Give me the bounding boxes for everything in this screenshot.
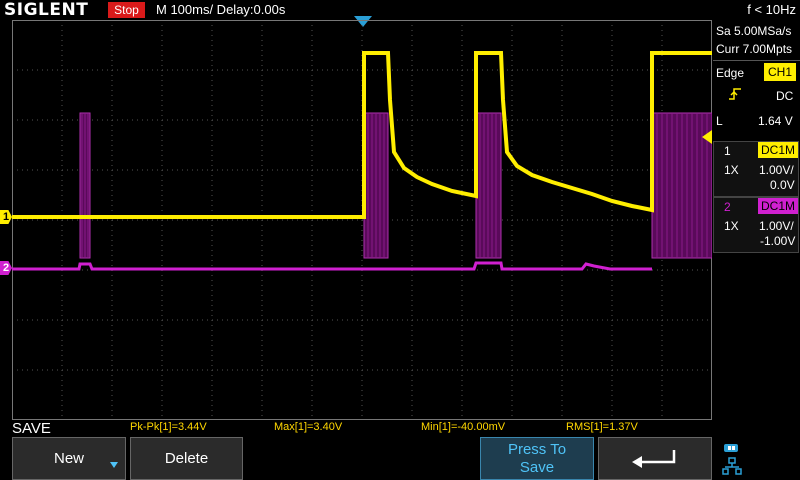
ch2-scale: 1.00V/: [759, 219, 794, 233]
press-to-save-button[interactable]: Press To Save: [480, 437, 594, 480]
ch2-coupling-badge: DC1M: [758, 198, 799, 214]
return-arrow-icon: [632, 449, 676, 468]
trigger-source-badge[interactable]: CH1: [764, 63, 797, 81]
trigger-coupling: DC: [776, 89, 794, 103]
trigger-level-marker[interactable]: [702, 130, 712, 144]
measurement-pkpk: Pk-Pk[1]=3.44V: [130, 421, 207, 433]
ch1-number: 1: [724, 144, 731, 158]
measurement-rms: RMS[1]=1.37V: [566, 421, 638, 433]
ch1-scale: 1.00V/: [759, 163, 794, 177]
run-stop-status[interactable]: Stop: [108, 2, 145, 18]
measurement-max: Max[1]=3.40V: [274, 421, 343, 433]
ch2-offset: -1.00V: [760, 234, 796, 248]
ch2-offset-marker[interactable]: 2: [0, 261, 12, 275]
ch1-probe: 1X: [724, 163, 739, 177]
usb-network-status-icon: [722, 444, 742, 475]
new-button[interactable]: New: [12, 437, 126, 480]
trigger-level-label: L: [716, 114, 723, 128]
ch2-number: 2: [724, 200, 731, 214]
press-to-save-label: Press To Save: [507, 440, 567, 476]
new-button-label: New: [53, 450, 84, 467]
menu-title: SAVE: [12, 420, 51, 437]
trigger-level-value: 1.64 V: [758, 114, 793, 128]
ch2-probe: 1X: [724, 219, 739, 233]
siglent-logo: SIGLENT: [4, 0, 89, 20]
ch1-trace: [12, 51, 712, 219]
delete-button[interactable]: Delete: [130, 437, 243, 480]
measurement-min: Min[1]=-40.00mV: [421, 421, 506, 433]
waveform-display[interactable]: [12, 20, 712, 420]
frequency-counter: f < 10Hz: [747, 2, 796, 17]
return-button[interactable]: [598, 437, 712, 480]
timebase-readout[interactable]: M 100ms/ Delay:0.00s: [156, 0, 285, 20]
sample-rate: Sa 5.00MSa/s: [716, 24, 792, 38]
ch1-coupling-badge: DC1M: [758, 142, 799, 158]
trigger-type[interactable]: Edge: [716, 66, 744, 80]
ch1-offset-marker[interactable]: 1: [0, 210, 12, 224]
ch1-offset: 0.0V: [770, 178, 795, 192]
delete-button-label: Delete: [164, 450, 209, 467]
rising-edge-icon: [729, 88, 741, 100]
arrow-down-icon: [110, 462, 118, 468]
memory-depth: Curr 7.00Mpts: [716, 42, 793, 56]
